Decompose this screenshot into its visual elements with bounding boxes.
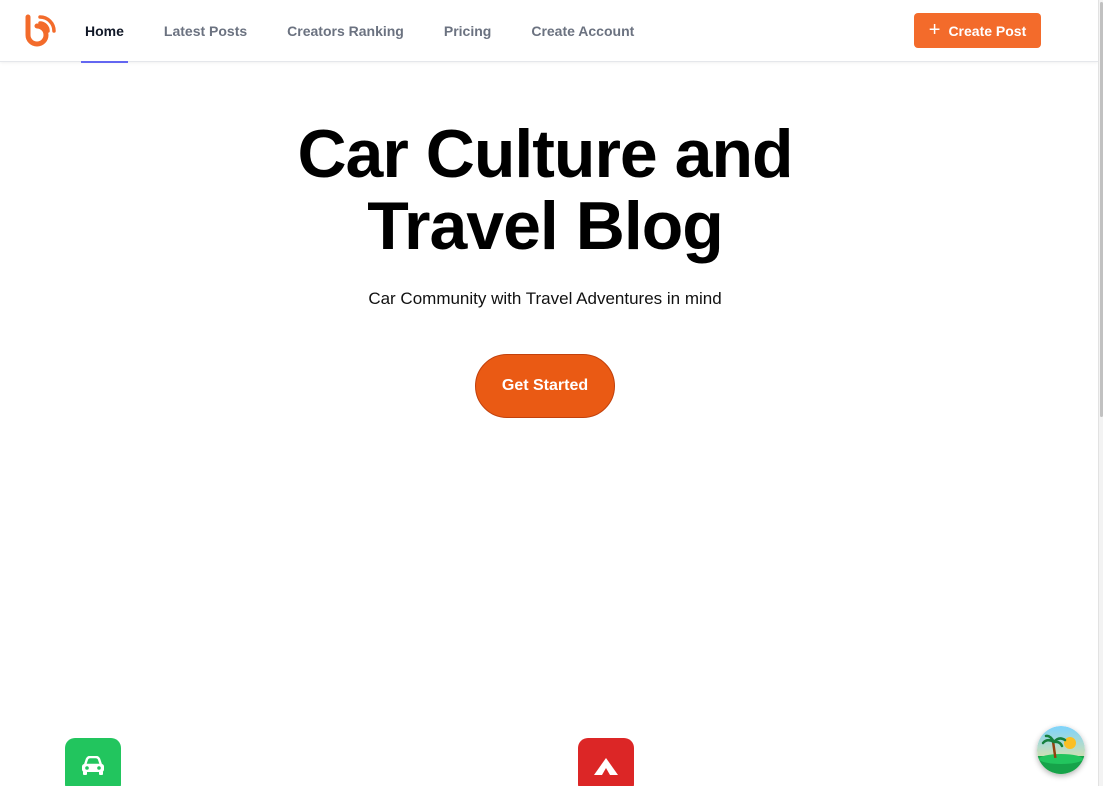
get-started-button[interactable]: Get Started <box>475 354 615 418</box>
hero-title-line-2: Travel Blog <box>367 188 724 264</box>
nav-pricing[interactable]: Pricing <box>440 0 495 62</box>
feature-tile-car <box>65 738 121 786</box>
car-icon <box>82 756 104 775</box>
hero-title: Car Culture and Travel Blog <box>0 118 1090 262</box>
nav-create-account[interactable]: Create Account <box>527 0 638 62</box>
blog-rss-logo-icon[interactable] <box>24 13 58 47</box>
top-navbar: Home Latest Posts Creators Ranking Prici… <box>0 0 1098 63</box>
nav-home[interactable]: Home <box>81 0 128 63</box>
nav-creators-ranking[interactable]: Creators Ranking <box>283 0 408 62</box>
create-post-label: Create Post <box>948 22 1027 39</box>
hero-subtitle: Car Community with Travel Adventures in … <box>368 289 722 308</box>
plus-icon: + <box>928 18 941 41</box>
main-nav: Home Latest Posts Creators Ranking Prici… <box>81 0 670 63</box>
feature-tile-mountain <box>578 738 634 786</box>
nav-latest-posts[interactable]: Latest Posts <box>160 0 251 62</box>
mountain-icon <box>594 758 618 775</box>
page: Home Latest Posts Creators Ranking Prici… <box>0 0 1103 786</box>
tropical-island-avatar-icon[interactable] <box>1037 726 1085 774</box>
hero-title-line-1: Car Culture and <box>297 116 793 192</box>
create-post-button[interactable]: + Create Post <box>914 13 1041 48</box>
